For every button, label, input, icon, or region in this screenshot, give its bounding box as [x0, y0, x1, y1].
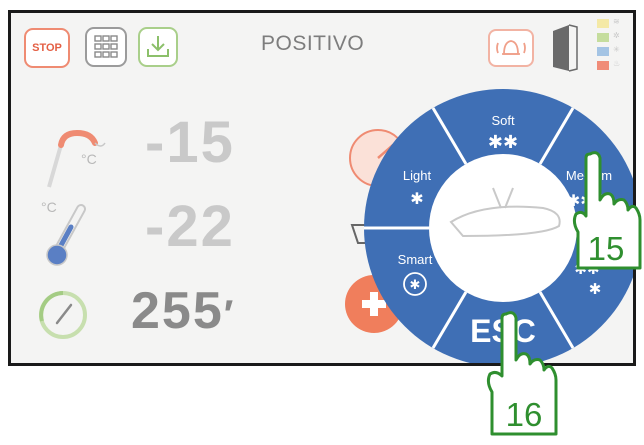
pointing-hand-icon: 15: [572, 151, 642, 270]
download-icon: [147, 36, 169, 57]
snowflake-double-icon: ✱✱: [488, 132, 518, 152]
soft-label: Soft: [491, 113, 515, 128]
chamber-unit: °C: [41, 199, 57, 215]
snowflake-icon: ✱: [410, 191, 423, 208]
hand-number-16: 16: [506, 396, 543, 433]
probe-temperature-value: -15: [145, 110, 235, 175]
timer-gauge-icon: [39, 291, 87, 339]
stop-button[interactable]: STOP: [24, 28, 70, 68]
core-probe-icon: [47, 129, 106, 188]
legend-swatch-green: [597, 33, 609, 42]
alarm-button[interactable]: [488, 29, 534, 67]
legend-swatch-blue: [597, 47, 609, 56]
svg-text:✱: ✱: [589, 281, 602, 298]
grid-icon: [94, 35, 118, 58]
time-number: 255: [131, 282, 224, 340]
legend-swatch-red: [597, 61, 609, 70]
download-button[interactable]: [138, 27, 178, 67]
wheel-option-soft[interactable]: Soft ✱✱: [488, 113, 518, 152]
probe-unit: °C: [81, 151, 97, 167]
program-mode-label: POSITIVO: [261, 32, 365, 55]
light-label: Light: [403, 168, 432, 183]
svg-text:✱: ✱: [410, 277, 421, 292]
smart-label: Smart: [398, 252, 433, 267]
menu-grid-button[interactable]: [85, 27, 127, 67]
time-value: 255′: [131, 281, 235, 341]
legend-swatch-yellow: [597, 19, 609, 28]
cycle-legend: ≋ ✲ ✳ ♨: [597, 17, 633, 77]
time-unit: ′: [223, 293, 236, 337]
chamber-temperature-value: -22: [145, 194, 235, 259]
hand-number-15: 15: [588, 230, 625, 267]
bell-icon: [496, 40, 526, 55]
pointing-hand-icon-2: 16: [486, 311, 558, 436]
door-icon[interactable]: [549, 23, 583, 75]
